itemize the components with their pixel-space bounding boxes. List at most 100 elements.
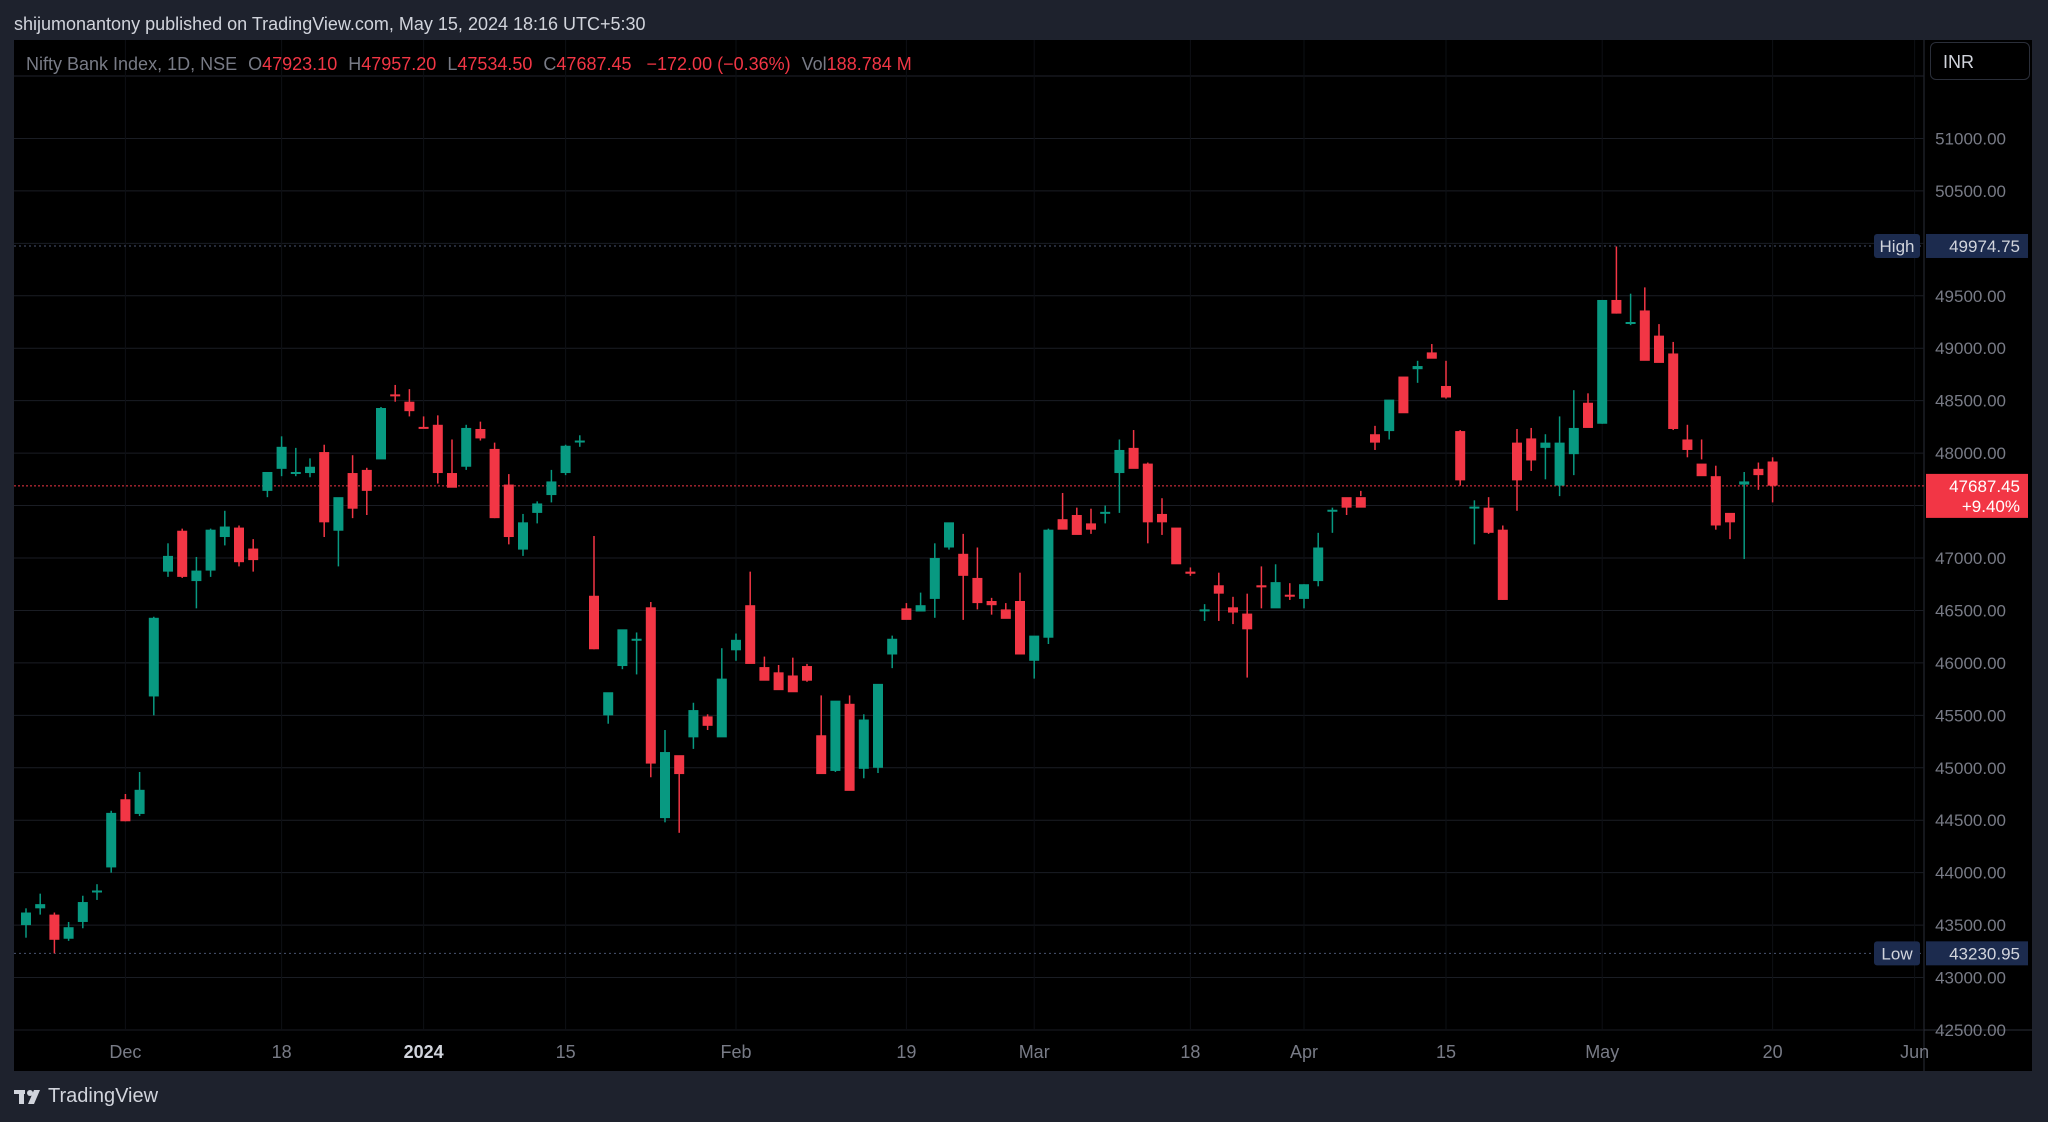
candle-body [177,530,188,577]
chart-pane[interactable]: 42500.00 43000.00 43500.00 44000.00 44500.00… [14,40,2032,1071]
candle-body [290,471,301,474]
candle-body [1710,476,1721,526]
high-label: H [348,54,362,74]
candle-body [1725,512,1735,523]
candle-body [1398,376,1409,414]
price-tick-label: 46500.00 [1935,601,2006,620]
candle-body [1142,463,1153,523]
candle-body [489,448,500,519]
price-tick-label: 51000.00 [1935,129,2006,148]
candle-body [205,529,216,571]
candle-body [844,703,855,791]
time-tick-label: May [1585,1042,1619,1062]
candle-body [631,638,642,641]
candle-body [802,666,812,681]
price-tick-label: 44500.00 [1935,811,2006,830]
candle-body [503,484,514,538]
low-value: 43230.95 [1949,944,2020,963]
tradingview-brand[interactable]: TradingView [48,1085,158,1108]
close-label: C [543,54,557,74]
volume-label: Vol [801,54,827,74]
candle-body [1540,442,1551,448]
time-tick-label: 15 [1436,1042,1456,1062]
candle-body [248,548,259,561]
candle-body [1043,529,1054,638]
candle-body [688,710,699,738]
candle-body [418,426,429,429]
candle-body [1029,635,1040,661]
candle-body [319,452,330,523]
candle-body [773,672,784,691]
candle-body [1753,468,1764,476]
candle-body [163,555,173,572]
candle-body [1355,497,1366,508]
candle-body [390,394,401,397]
high-label: High [1880,237,1915,256]
candle-body [1299,584,1309,599]
candle-body [1284,594,1295,597]
candle-body [1086,523,1096,530]
low-label: L [447,54,458,74]
candle-body [887,638,898,655]
chart-background [14,40,2032,1071]
price-tick-label: 45000.00 [1935,759,2006,778]
candle-body [447,473,457,488]
candle-body [617,629,628,667]
time-tick-label: Apr [1290,1042,1318,1062]
currency-button[interactable]: INR [1930,42,2030,80]
candle-body [716,678,727,738]
candle-body [731,639,741,651]
tradingview-logo-icon[interactable] [14,1087,44,1107]
time-tick-label: 15 [556,1042,576,1062]
high-value: 47957.20 [361,54,437,74]
price-tick-label: 43500.00 [1935,916,2006,935]
low-marker: Low 43230.95 [1874,941,2028,966]
price-tick-label: 48000.00 [1935,444,2006,463]
candle-body [1128,447,1139,469]
candle-body [191,570,202,582]
grid-lines [14,40,2032,1071]
candle-body [63,927,74,939]
candle-body [915,605,926,612]
candle-body [1000,609,1011,619]
candle-body [276,446,287,469]
candle-body [574,440,585,443]
candle-body [1597,299,1608,424]
candle-body [404,401,415,412]
candle-body [1341,497,1352,508]
candle-body [1512,442,1522,481]
candle-body [1199,609,1210,612]
candle-body [560,445,571,474]
price-tick-label: 46000.00 [1935,654,2006,673]
candle-body [1526,438,1537,461]
price-tick-label: 42500.00 [1935,1021,2006,1040]
candlestick-chart[interactable]: 42500.00 43000.00 43500.00 44000.00 44500.00… [14,40,2032,1071]
time-tick-label: Dec [109,1042,141,1062]
candle-body [1213,585,1224,594]
candle-body [1100,511,1111,514]
candle-body [1412,366,1423,370]
candle-body [1242,613,1253,630]
price-tick-label: 50500.00 [1935,182,2006,201]
volume-value: 188.784 M [826,54,912,74]
published-info: shijumonantony published on TradingView.… [14,14,646,34]
candle-body [1313,547,1324,582]
price-tick-label: 48500.00 [1935,392,2006,411]
candle-body [1483,507,1494,533]
symbol-title: Nifty Bank Index, 1D, NSE [26,54,238,74]
candle-body [1157,513,1167,523]
candle-body [1497,529,1508,600]
candle-body [702,716,713,726]
candle-body [1114,449,1125,474]
price-tick-label: 47000.00 [1935,549,2006,568]
time-tick-label: Feb [720,1042,751,1062]
candle-body [787,675,798,693]
price-tick-label: 43000.00 [1935,969,2006,988]
candle-body [77,902,88,922]
price-tick-label: 49500.00 [1935,287,2006,306]
price-tick-label: 45500.00 [1935,706,2006,725]
time-tick-label: 18 [272,1042,292,1062]
candle-body [901,608,912,620]
candle-body [1739,481,1750,485]
candle-body [1185,571,1196,574]
